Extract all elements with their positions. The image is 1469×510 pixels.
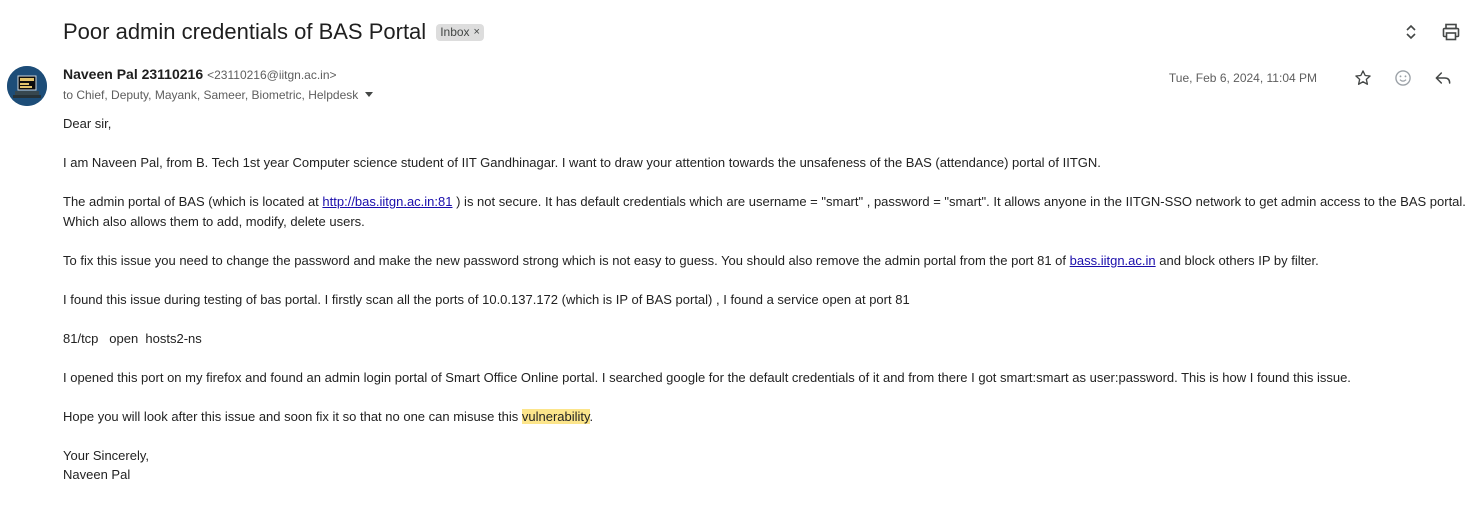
text-segment: . [589, 408, 594, 424]
recipients-list: to Chief, Deputy, Mayank, Sameer, Biomet… [63, 88, 359, 102]
sender-row: Naveen Pal 23110216 <23110216@iitgn.ac.i… [63, 66, 337, 82]
subject-row: Poor admin credentials of BAS Portal Inb… [63, 17, 484, 47]
email-date: Tue, Feb 6, 2024, 11:04 PM [1168, 71, 1317, 85]
label-text: Inbox [440, 24, 470, 39]
reply-icon[interactable] [1431, 66, 1455, 90]
sender-name[interactable]: Naveen Pal 23110216 [63, 66, 203, 82]
paragraph-fix: To fix this issue you need to change the… [63, 251, 1467, 271]
text-segment: The admin portal of BAS (which is locate… [63, 194, 323, 209]
emoji-icon[interactable] [1391, 66, 1415, 90]
text-segment: and block others IP by filter. [1155, 252, 1319, 268]
date-actions: Tue, Feb 6, 2024, 11:04 PM [1169, 66, 1455, 90]
text-segment: Hope you will look after this issue and … [63, 408, 522, 424]
star-icon[interactable] [1351, 66, 1375, 90]
remove-label-icon[interactable]: × [474, 26, 480, 38]
text-segment: To fix this issue you need to change the… [63, 252, 1070, 268]
paragraph-intro: I am Naveen Pal, from B. Tech 1st year C… [63, 155, 1101, 170]
email-subject: Poor admin credentials of BAS Portal [63, 19, 427, 44]
caret-down-icon[interactable] [364, 88, 374, 102]
bas-admin-link[interactable]: http://bas.iitgn.ac.in:81 [322, 194, 452, 209]
bass-link[interactable]: bass.iitgn.ac.in [1070, 253, 1156, 268]
avatar[interactable] [7, 66, 47, 106]
paragraph-issue: The admin portal of BAS (which is locate… [63, 192, 1467, 231]
unfold-icon[interactable] [1399, 20, 1423, 44]
greeting: Dear sir, [63, 116, 112, 131]
top-actions [1399, 20, 1463, 44]
paragraph-testing: I found this issue during testing of bas… [63, 291, 910, 307]
paragraph-firefox: I opened this port on my firefox and fou… [63, 369, 1351, 385]
signature: Naveen Pal [63, 467, 131, 482]
email-body: Dear sir, I am Naveen Pal, from B. Tech … [63, 114, 1467, 504]
print-icon[interactable] [1439, 20, 1463, 44]
highlighted-word: vulnerability [521, 408, 590, 424]
sender-email: <23110216@iitgn.ac.in> [207, 68, 337, 82]
recipients-row: to Chief, Deputy, Mayank, Sameer, Biomet… [63, 88, 374, 102]
closing: Your Sincerely, [63, 447, 149, 463]
inbox-label-chip[interactable]: Inbox × [436, 23, 484, 41]
port-scan-output: 81/tcp open hosts2-ns [63, 330, 202, 346]
paragraph-hope: Hope you will look after this issue and … [63, 407, 1467, 427]
